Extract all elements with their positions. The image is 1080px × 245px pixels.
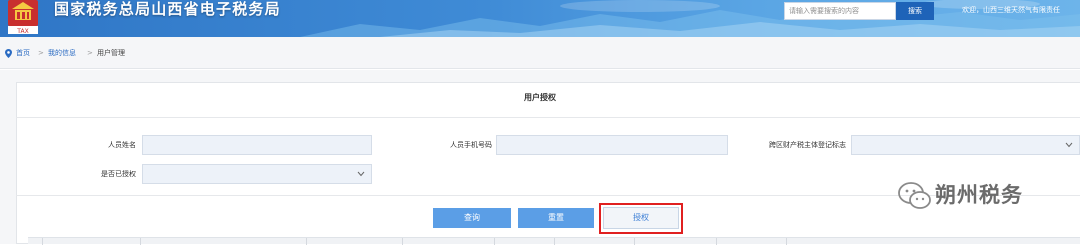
is-authorized-label: 是否已授权 (101, 170, 136, 178)
reset-button[interactable]: 重置 (518, 208, 594, 228)
location-pin-icon (5, 49, 12, 58)
breadcrumb-separator: > (38, 49, 44, 57)
chevron-down-icon (1065, 142, 1073, 148)
chevron-down-icon (357, 171, 365, 177)
breadcrumb: 首页 > 我的信息 > 用户管理 (0, 37, 1080, 69)
person-name-input[interactable] (142, 135, 372, 155)
phone-input[interactable] (496, 135, 728, 155)
highlight-annotation-box (599, 203, 683, 234)
breadcrumb-current: 用户管理 (97, 49, 125, 57)
is-authorized-select[interactable] (142, 164, 372, 184)
search-input[interactable] (784, 2, 896, 20)
tax-bureau-logo: TAX (8, 0, 38, 34)
query-button[interactable]: 查询 (433, 208, 511, 228)
page-title: 用户授权 (524, 93, 556, 102)
breadcrumb-home-link[interactable]: 首页 (16, 49, 30, 58)
wechat-logo-icon (898, 182, 931, 209)
title-divider (16, 117, 1080, 118)
site-title: 国家税务总局山西省电子税务局 (54, 0, 281, 18)
watermark-text: 朔州税务 (935, 183, 1023, 207)
search-button[interactable]: 搜索 (896, 2, 934, 20)
top-header: TAX 国家税务总局山西省电子税务局 搜索 欢迎，山西三维天然气有限责任 (0, 0, 1080, 37)
breadcrumb-my-info-link[interactable]: 我的信息 (48, 49, 76, 58)
cross-region-flag-label: 跨区财产税主体登记标志 (769, 141, 846, 149)
cross-region-flag-select[interactable] (851, 135, 1080, 155)
svg-text:TAX: TAX (16, 28, 28, 34)
breadcrumb-separator: > (87, 49, 93, 57)
welcome-text: 欢迎，山西三维天然气有限责任 (962, 6, 1060, 14)
person-name-label: 人员姓名 (108, 141, 136, 149)
result-table-header (28, 237, 1080, 245)
phone-label: 人员手机号码 (450, 141, 492, 149)
